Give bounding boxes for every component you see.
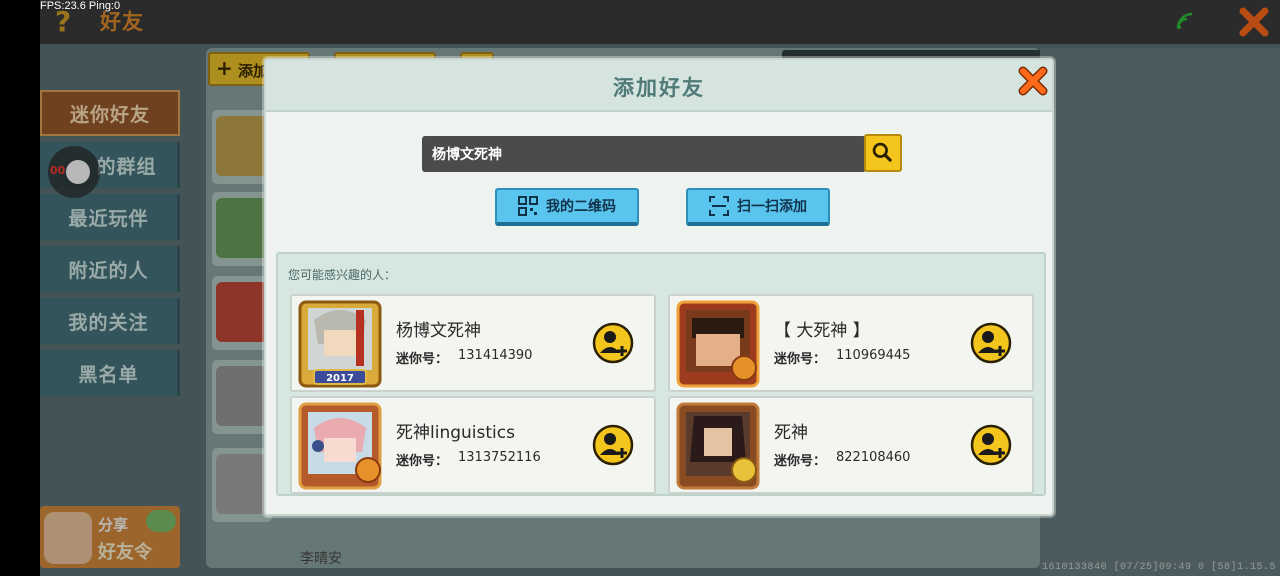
search-value: 杨博文死神 — [432, 147, 502, 163]
add-friend-icon[interactable] — [970, 322, 1012, 364]
mini-id-label: 迷你号： — [774, 352, 827, 367]
dialog-title: 添加好友 — [613, 76, 705, 100]
mini-id: 822108460 — [836, 450, 911, 465]
game-screen: + 添加 李晴安 ? 好友 迷你好友 的群组 最近玩伴 附近的人 我的关注 黑名… — [40, 0, 1280, 576]
dialog-close-icon[interactable] — [1016, 64, 1050, 98]
search-icon — [872, 142, 892, 162]
avatar — [676, 402, 760, 490]
person-name: 死神 — [774, 423, 808, 443]
mini-id: 1313752116 — [458, 450, 541, 465]
add-friend-icon[interactable] — [592, 424, 634, 466]
mini-id-label: 迷你号： — [396, 352, 449, 367]
suggested-person-card[interactable]: 2017 杨博文死神 迷你号： 131414390 — [290, 294, 656, 392]
suggested-person-card[interactable]: 死神linguistics 迷你号： 1313752116 — [290, 396, 656, 494]
friend-search-input[interactable]: 杨博文死神 — [422, 136, 866, 172]
avatar — [298, 402, 382, 490]
mini-id-label: 迷你号： — [774, 454, 827, 469]
avatar — [676, 300, 760, 388]
person-name: 【 大死神 】 — [774, 321, 870, 341]
mini-id-label: 迷你号： — [396, 454, 449, 469]
search-button[interactable] — [864, 134, 902, 172]
mini-id: 110969445 — [836, 348, 911, 363]
add-friend-icon[interactable] — [970, 424, 1012, 466]
add-friend-dialog: 添加好友 杨博文死神 我的二维码 扫一扫添加 您可能感兴趣的人： 2017 杨博… — [264, 58, 1054, 516]
avatar-badge-year: 2017 — [326, 373, 354, 384]
suggested-person-card[interactable]: 【 大死神 】 迷你号： 110969445 — [668, 294, 1034, 392]
suggested-person-card[interactable]: 死神 迷你号： 822108460 — [668, 396, 1034, 494]
dialog-header: 添加好友 — [266, 60, 1052, 112]
scan-to-add-label: 扫一扫添加 — [737, 199, 807, 215]
qr-code-icon — [518, 196, 538, 216]
suggested-people-label: 您可能感兴趣的人： — [288, 268, 397, 282]
avatar: 2017 — [298, 300, 382, 388]
fps-ping-readout: FPS:23.6 Ping:0 — [40, 0, 121, 12]
mini-id: 131414390 — [458, 348, 533, 363]
my-qr-code-button[interactable]: 我的二维码 — [495, 188, 639, 226]
person-name: 杨博文死神 — [396, 321, 481, 341]
scan-to-add-button[interactable]: 扫一扫添加 — [686, 188, 830, 226]
add-friend-icon[interactable] — [592, 322, 634, 364]
my-qr-code-label: 我的二维码 — [546, 199, 616, 215]
scan-icon — [709, 196, 729, 216]
suggested-people-panel: 您可能感兴趣的人： 2017 杨博文死神 迷你号： 131414390 【 大死… — [276, 252, 1046, 496]
person-name: 死神linguistics — [396, 423, 515, 443]
